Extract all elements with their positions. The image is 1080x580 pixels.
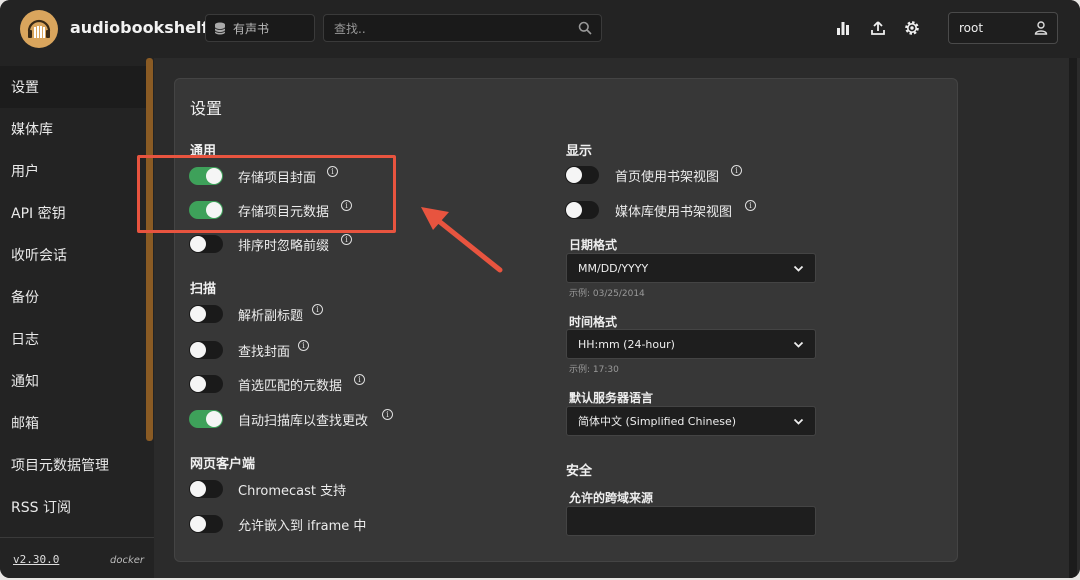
gear-icon[interactable]	[902, 18, 922, 38]
top-header: audiobookshelf 有声书 查找.. root	[0, 0, 1080, 58]
language-select[interactable]: 简体中文 (Simplified Chinese)	[566, 406, 816, 436]
sidebar-scrollbar[interactable]	[146, 58, 153, 441]
toggle-parse-subtitle[interactable]	[189, 305, 223, 323]
sidebar-item-users[interactable]: 用户	[0, 150, 146, 192]
toggle-library-bookshelf[interactable]	[565, 201, 599, 219]
sidebar-item-notifications[interactable]: 通知	[0, 360, 146, 402]
option-label: 首选匹配的元数据	[238, 379, 343, 394]
toggle-auto-scan[interactable]	[189, 410, 223, 428]
sidebar: 设置 媒体库 用户 API 密钥 收听会话 备份 日志 通知 邮箱 项目元数据管…	[0, 58, 154, 578]
user-menu-button[interactable]: root	[948, 12, 1058, 44]
library-select[interactable]: 有声书	[205, 14, 315, 42]
time-format-label: 时间格式	[569, 315, 618, 329]
app-title[interactable]: audiobookshelf	[70, 18, 208, 37]
date-format-label: 日期格式	[569, 238, 618, 252]
toggle-find-cover[interactable]	[189, 341, 223, 359]
option-label: 解析副标题	[238, 309, 304, 324]
cors-origins-input[interactable]	[566, 506, 816, 536]
section-display: 显示	[566, 144, 593, 159]
info-icon[interactable]: i	[312, 304, 323, 315]
search-icon	[578, 21, 592, 35]
section-scan: 扫描	[190, 282, 217, 297]
chevron-down-icon	[793, 418, 804, 425]
sidebar-item-rss[interactable]: RSS 订阅	[0, 486, 146, 528]
user-icon	[1034, 21, 1048, 35]
app-window: audiobookshelf 有声书 查找.. root 设置 媒体库 用户 A…	[0, 0, 1080, 578]
cors-label: 允许的跨域来源	[569, 491, 654, 505]
info-icon[interactable]: i	[382, 409, 393, 420]
sidebar-item-email[interactable]: 邮箱	[0, 402, 146, 444]
sidebar-item-libraries[interactable]: 媒体库	[0, 108, 146, 150]
option-label: 自动扫描库以查找更改	[238, 414, 369, 429]
sidebar-item-sessions[interactable]: 收听会话	[0, 234, 146, 276]
chevron-down-icon	[793, 265, 804, 272]
chevron-down-icon	[793, 341, 804, 348]
app-logo-icon[interactable]	[20, 10, 58, 48]
section-security: 安全	[566, 464, 593, 479]
info-icon[interactable]: i	[354, 374, 365, 385]
stats-icon[interactable]	[833, 18, 853, 38]
option-label: 允许嵌入到 iframe 中	[238, 519, 367, 534]
sidebar-divider	[0, 537, 154, 538]
upload-icon[interactable]	[868, 18, 888, 38]
page-title: 设置	[190, 99, 223, 118]
info-icon[interactable]: i	[298, 340, 309, 351]
toggle-ignore-prefix[interactable]	[189, 235, 223, 253]
info-icon[interactable]: i	[745, 200, 756, 211]
info-icon[interactable]: i	[341, 234, 352, 245]
env-label: docker	[110, 555, 145, 566]
section-web-client: 网页客户端	[190, 457, 256, 472]
toggle-prefer-matched[interactable]	[189, 375, 223, 393]
info-icon[interactable]: i	[731, 165, 742, 176]
sidebar-item-backups[interactable]: 备份	[0, 276, 146, 318]
sidebar-item-logs[interactable]: 日志	[0, 318, 146, 360]
annotation-highlight-box	[137, 155, 396, 233]
search-input[interactable]: 查找..	[323, 14, 602, 42]
option-label: 排序时忽略前缀	[238, 239, 330, 254]
sidebar-item-metadata[interactable]: 项目元数据管理	[0, 444, 146, 486]
toggle-home-bookshelf[interactable]	[565, 166, 599, 184]
time-format-example: 示例: 17:30	[569, 365, 619, 375]
toggle-iframe[interactable]	[189, 515, 223, 533]
main-scrollbar[interactable]	[1069, 58, 1077, 578]
time-format-select[interactable]: HH:mm (24-hour)	[566, 329, 816, 359]
database-icon	[214, 22, 226, 34]
sidebar-item-settings[interactable]: 设置	[0, 66, 146, 108]
annotation-arrow-icon	[421, 207, 503, 273]
toggle-chromecast[interactable]	[189, 480, 223, 498]
option-label: Chromecast 支持	[238, 484, 347, 499]
search-placeholder: 查找..	[334, 21, 366, 36]
option-label: 媒体库使用书架视图	[615, 205, 733, 220]
library-select-label: 有声书	[233, 21, 270, 36]
option-label: 首页使用书架视图	[615, 170, 720, 185]
language-label: 默认服务器语言	[569, 391, 654, 405]
option-label: 查找封面	[238, 345, 291, 360]
username: root	[959, 21, 984, 35]
date-format-select[interactable]: MM/DD/YYYY	[566, 253, 816, 283]
date-format-example: 示例: 03/25/2014	[569, 289, 645, 299]
sidebar-item-api-keys[interactable]: API 密钥	[0, 192, 146, 234]
version-link[interactable]: v2.30.0	[13, 553, 59, 566]
